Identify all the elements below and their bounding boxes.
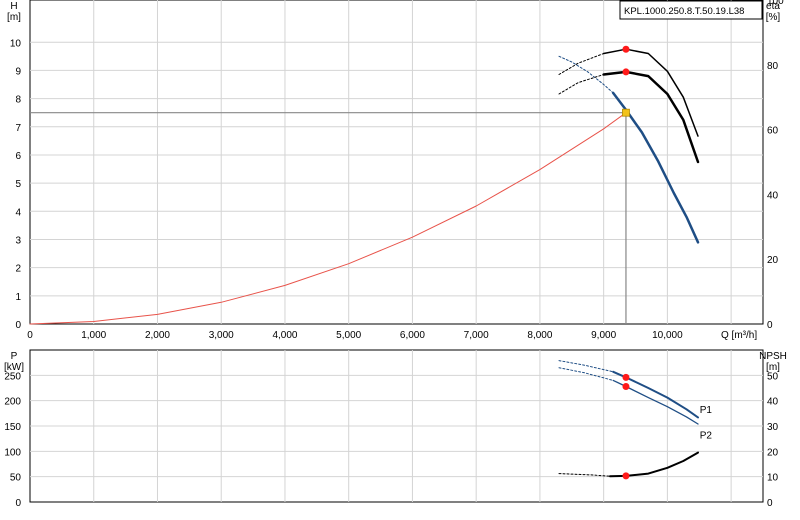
y-left-tick-label: 6 [15, 151, 21, 162]
x-tick-label: 0 [27, 330, 33, 341]
pump-model-label: KPL.1000.250.8.T.50.19.L38 [624, 6, 744, 17]
y-right-axis-unit: [m] [766, 362, 780, 373]
y-left-tick-label: 100 [4, 447, 21, 458]
y-left-tick-label: 1 [15, 292, 21, 303]
marker-point-1-1 [622, 382, 630, 390]
x-axis-title: Q [m³/h] [721, 330, 757, 341]
x-tick-label: 4,000 [272, 330, 297, 341]
x-tick-label: 8,000 [527, 330, 552, 341]
x-tick-label: 3,000 [209, 330, 234, 341]
y-left-tick-label: 4 [15, 207, 21, 218]
x-tick-label: 2,000 [145, 330, 170, 341]
y-left-axis-title: H [10, 1, 17, 12]
marker-point-0-0 [622, 45, 630, 53]
x-tick-label: 9,000 [591, 330, 616, 341]
curve-label-p2: P2 [700, 431, 713, 442]
marker-point-1-2 [622, 472, 630, 480]
curve-label-p1: P1 [700, 405, 713, 416]
plot-frame-0 [29, 0, 764, 325]
y-left-tick-label: 0 [15, 320, 21, 331]
y-left-tick-label: 9 [15, 66, 21, 77]
y-right-tick-label: 60 [767, 126, 779, 137]
y-left-tick-label: 5 [15, 179, 21, 190]
y-right-axis-title: NPSH [759, 351, 787, 362]
y-right-tick-label: 10 [767, 473, 779, 484]
y-left-tick-label: 8 [15, 95, 21, 106]
y-left-tick-label: 200 [4, 397, 21, 408]
y-right-tick-label: 30 [767, 422, 779, 433]
y-right-tick-label: 0 [767, 498, 773, 509]
duty-point-marker [622, 108, 630, 117]
y-right-tick-label: 20 [767, 255, 779, 266]
marker-point-1-0 [622, 373, 630, 381]
y-right-tick-label: 20 [767, 447, 779, 458]
y-left-tick-label: 150 [4, 422, 21, 433]
y-left-axis-title: P [11, 351, 18, 362]
y-right-tick-label: 0 [767, 320, 773, 331]
y-right-tick-label: 80 [767, 61, 779, 72]
x-tick-label: 10,000 [652, 330, 683, 341]
y-right-axis-title: eta [766, 1, 780, 12]
y-left-tick-label: 0 [15, 498, 21, 509]
y-left-tick-label: 10 [10, 38, 22, 49]
y-right-tick-label: 40 [767, 190, 779, 201]
pump-performance-chart: 012345678910020406080100H[m]eta[%]0 1,000… [4, 0, 787, 509]
y-left-axis-unit: [kW] [4, 362, 24, 373]
x-tick-label: 6,000 [400, 330, 425, 341]
y-left-tick-label: 50 [10, 473, 22, 484]
x-tick-label: 1,000 [81, 330, 106, 341]
y-left-tick-label: 2 [15, 264, 21, 275]
x-tick-label: 5,000 [336, 330, 361, 341]
y-left-tick-label: 7 [15, 123, 21, 134]
y-right-axis-unit: [%] [766, 12, 781, 23]
y-left-tick-label: 3 [15, 235, 21, 246]
y-left-axis-unit: [m] [7, 12, 21, 23]
x-tick-label: 7,000 [464, 330, 489, 341]
y-right-tick-label: 40 [767, 397, 779, 408]
marker-point-0-1 [622, 68, 630, 76]
